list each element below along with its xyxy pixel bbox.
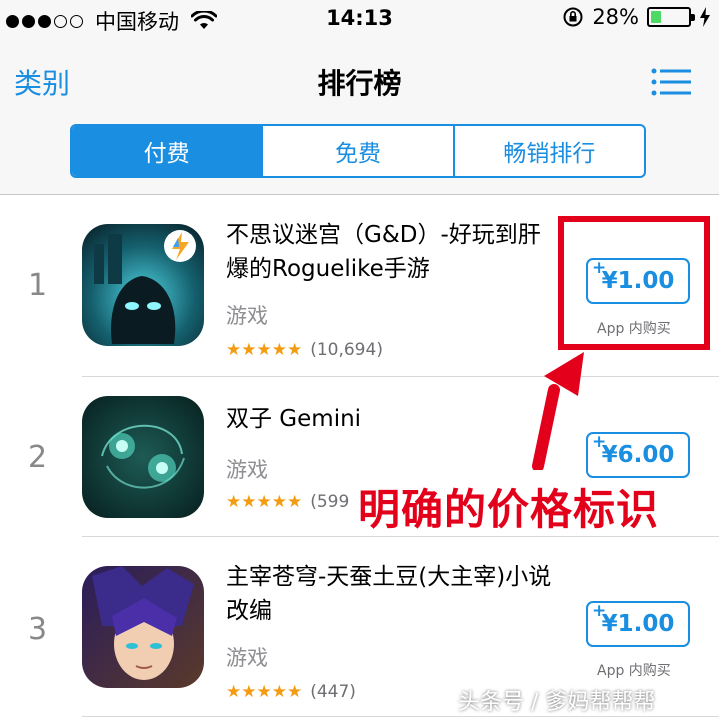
rank-number: 3: [28, 612, 48, 647]
app-title[interactable]: 双子 Gemini: [226, 402, 556, 436]
rating: ★★★★★ (10,694): [226, 340, 383, 360]
app-category: 游戏: [226, 304, 268, 328]
star-rating-icon: ★★★★★: [226, 682, 303, 702]
navigation-bar: 类别 排行榜 付费 免费 畅销排行: [0, 40, 719, 195]
segmented-control: 付费 免费 畅销排行: [70, 124, 646, 178]
price-label: ¥1.00: [601, 611, 675, 637]
plus-icon: +: [592, 432, 607, 452]
rotation-lock-icon: [563, 7, 583, 27]
arrow-icon: [532, 352, 584, 470]
divider: [82, 716, 719, 717]
status-bar: 中国移动 14:13 28%: [0, 0, 719, 40]
rank-number: 1: [28, 268, 48, 303]
app-icon[interactable]: [82, 224, 204, 346]
rank-number: 2: [28, 440, 48, 475]
tab-top-grossing[interactable]: 畅销排行: [455, 126, 644, 176]
page-title: 排行榜: [317, 67, 402, 100]
plus-icon: +: [592, 601, 607, 621]
highlight-box: [558, 216, 710, 350]
price-label: ¥6.00: [601, 442, 675, 468]
rating: ★★★★★ (599: [226, 492, 349, 512]
app-icon[interactable]: [82, 566, 204, 688]
divider: [82, 376, 719, 377]
list-icon[interactable]: [651, 68, 691, 96]
battery-fill: [651, 11, 662, 23]
charging-icon: [700, 7, 710, 27]
tab-paid[interactable]: 付费: [72, 126, 264, 176]
star-rating-icon: ★★★★★: [226, 340, 303, 360]
price-button[interactable]: + ¥6.00: [586, 432, 690, 478]
status-right: 28%: [562, 5, 711, 29]
rating-count: (599: [310, 492, 350, 512]
rating: ★★★★★ (447): [226, 682, 356, 702]
battery-icon: [647, 7, 695, 27]
battery-nub: [691, 14, 695, 21]
app-category: 游戏: [226, 458, 268, 482]
app-title[interactable]: 不思议迷宫（G&D）-好玩到肝爆的Roguelike手游: [226, 218, 556, 286]
star-rating-icon: ★★★★★: [226, 492, 303, 512]
tab-free[interactable]: 免费: [263, 126, 455, 176]
battery-percent: 28%: [592, 5, 639, 29]
app-title[interactable]: 主宰苍穹-天蚕土豆(大主宰)小说改编: [226, 560, 556, 628]
in-app-purchase-label: App 内购买: [597, 663, 671, 679]
rating-count: (10,694): [310, 340, 383, 360]
watermark: 头条号 / 爹妈帮帮帮: [458, 690, 656, 715]
app-category: 游戏: [226, 646, 268, 670]
rating-count: (447): [310, 682, 356, 702]
annotation-text: 明确的价格标识: [358, 485, 660, 534]
app-icon[interactable]: [82, 396, 204, 518]
price-button[interactable]: + ¥1.00: [586, 601, 690, 647]
